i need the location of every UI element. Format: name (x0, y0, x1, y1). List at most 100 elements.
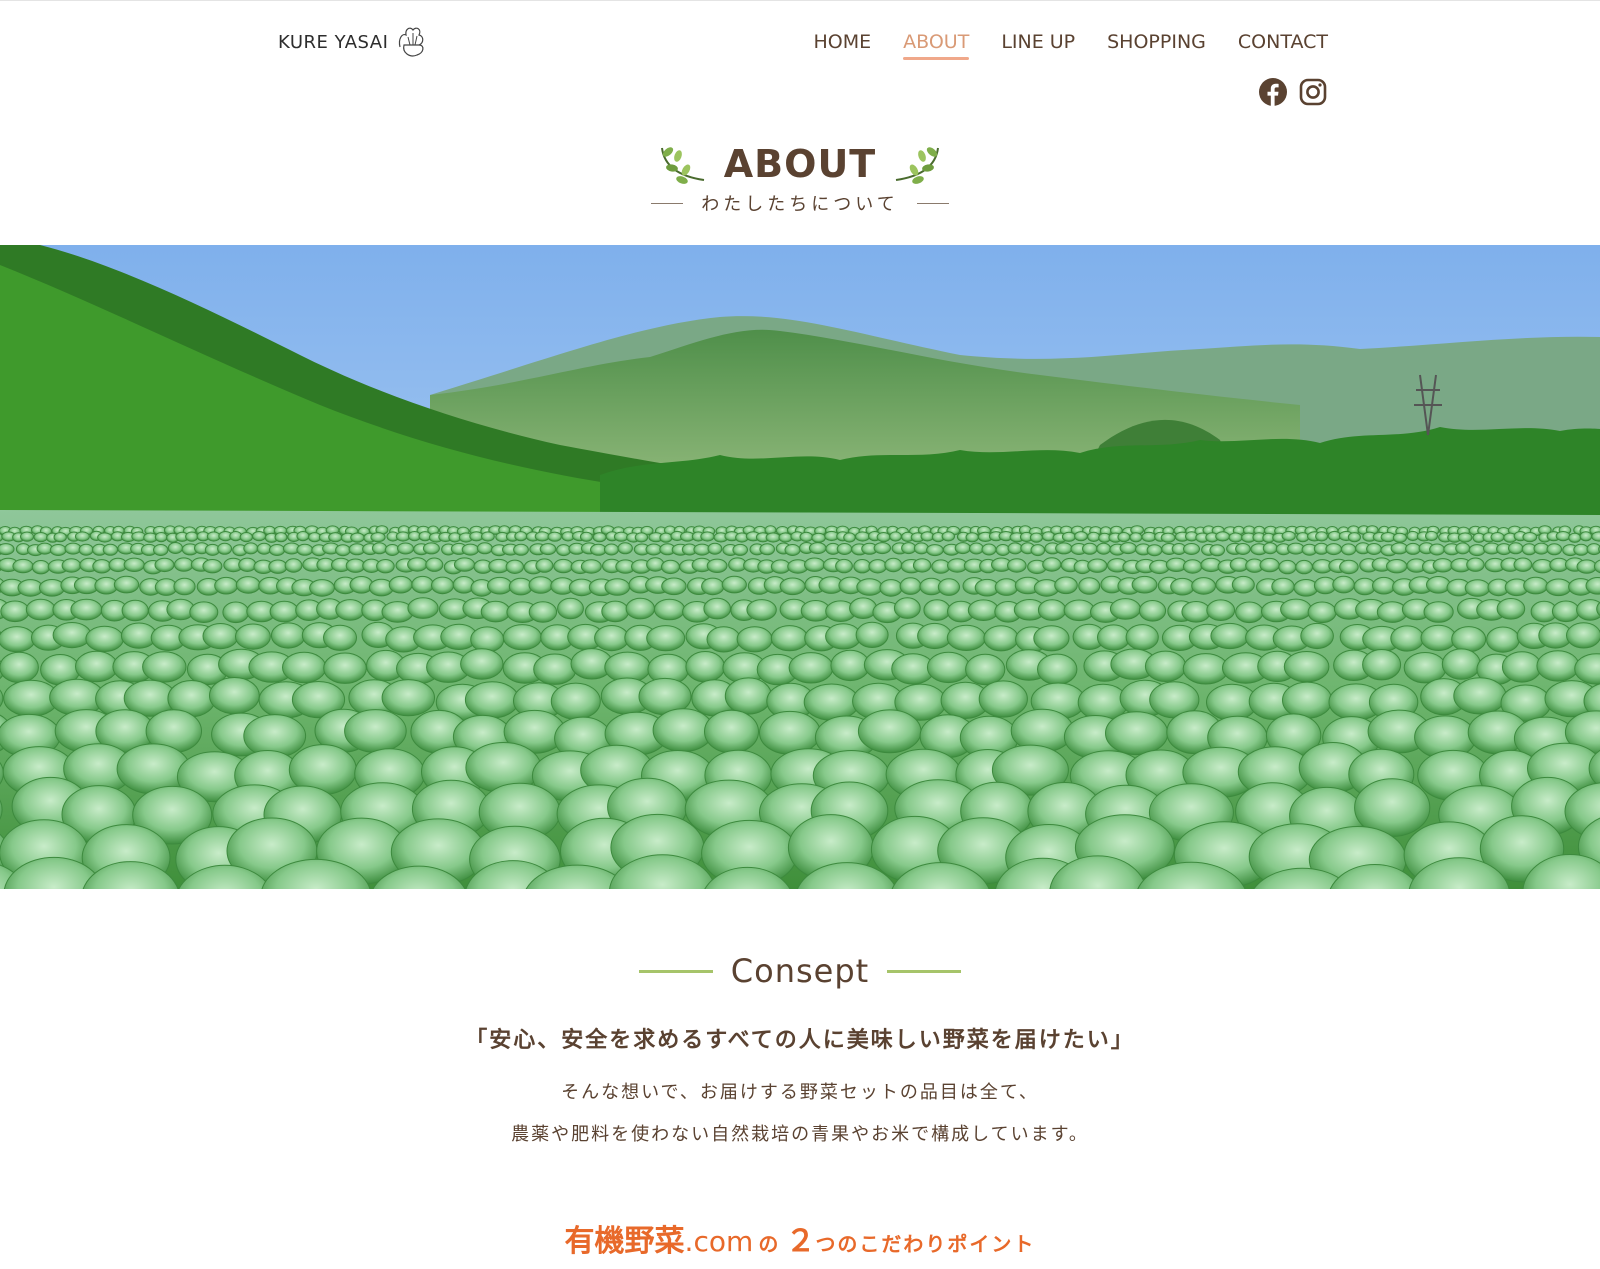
cabbage-shape (1555, 531, 1571, 542)
cabbage-shape (252, 531, 267, 542)
cabbage-shape (25, 598, 56, 621)
vegetable-logo-icon (399, 27, 424, 57)
page-title-block: ABOUT わたしたちについて (0, 140, 1600, 216)
cabbage-shape (173, 577, 196, 596)
cabbage-shape (1533, 542, 1550, 555)
cabbage-shape (64, 542, 82, 555)
cabbage-shape (1545, 578, 1572, 597)
cabbage-shape (1209, 544, 1225, 557)
cabbage-shape (913, 542, 930, 555)
cabbage-shape (1037, 653, 1078, 685)
cabbage-shape (946, 624, 986, 651)
cabbage-shape (1033, 625, 1070, 652)
cabbage-field-landscape-image (0, 245, 1600, 889)
cabbage-shape (371, 542, 388, 555)
cabbage-shape (1423, 601, 1454, 623)
nav-home[interactable]: HOME (814, 31, 872, 59)
cabbage-shape (1453, 677, 1507, 715)
cabbage-shape (836, 543, 853, 555)
cabbage-shape (1078, 577, 1101, 595)
cabbage-shape (804, 557, 825, 572)
cabbage-shape (995, 544, 1011, 556)
cabbage-shape (1235, 543, 1251, 555)
cabbage-shape (349, 576, 374, 594)
instagram-icon[interactable] (1298, 77, 1328, 107)
cabbage-shape (235, 576, 261, 594)
nav-about[interactable]: ABOUT (903, 31, 970, 60)
cabbage-shape (1573, 543, 1589, 556)
cabbage-shape (856, 578, 883, 596)
cabbage-shape (613, 531, 629, 542)
cabbage-shape (661, 559, 680, 575)
facebook-icon[interactable] (1258, 77, 1288, 107)
cabbage-shape (1390, 625, 1425, 652)
cabbage-shape (1490, 532, 1505, 543)
cabbage-shape (309, 579, 335, 597)
cabbage-shape (535, 558, 554, 573)
cabbage-shape (487, 576, 513, 595)
cabbage-shape (1522, 532, 1538, 543)
cabbage-shape (661, 577, 687, 596)
cabbage-shape (0, 651, 39, 684)
nav-contact[interactable]: CONTACT (1238, 31, 1328, 59)
cabbage-shape (706, 558, 728, 573)
cabbage-shape (1215, 531, 1230, 542)
cabbage-shape (617, 542, 633, 555)
nav-lineup[interactable]: LINE UP (1001, 31, 1075, 59)
points-rest-pre: の (758, 1232, 781, 1256)
cabbage-shape (53, 532, 67, 543)
cabbage-shape (592, 532, 607, 543)
cabbage-shape (323, 652, 367, 684)
cabbage-shape (759, 543, 776, 556)
cabbage-shape (422, 542, 440, 555)
cabbage-shape (534, 531, 550, 542)
divider-right (916, 202, 949, 204)
cabbage-shape (884, 557, 903, 573)
cabbage-shape (994, 578, 1019, 596)
cabbage-shape (407, 557, 428, 572)
nav-shopping[interactable]: SHOPPING (1107, 31, 1206, 59)
cabbage-shape (941, 531, 955, 542)
cabbage-shape (0, 600, 30, 623)
logo[interactable]: KURE YASAI (278, 23, 428, 61)
cabbage-shape (765, 532, 781, 543)
page-title: ABOUT (723, 142, 877, 186)
cabbage-shape (464, 681, 520, 719)
cabbage-shape (31, 560, 51, 575)
cabbage-shape (1339, 559, 1359, 575)
cabbage-shape (460, 648, 504, 680)
cabbage-shape (1160, 532, 1176, 543)
cabbage-shape (784, 544, 801, 556)
cabbage-shape (893, 597, 921, 619)
cabbage-shape (411, 575, 434, 594)
cabbage-shape (1426, 576, 1451, 594)
cabbage-shape (1432, 558, 1454, 573)
cabbage-shape (899, 577, 922, 595)
cabbage-shape (978, 680, 1028, 718)
cabbage-shape (1455, 542, 1471, 555)
cabbage-shape (296, 531, 310, 542)
cabbage-shape (1259, 557, 1280, 573)
cabbage-shape (1109, 598, 1141, 620)
cabbage-shape (603, 543, 619, 556)
cabbage-shape (732, 543, 749, 556)
cabbage-shape (825, 623, 862, 650)
cabbage-shape (1231, 575, 1255, 594)
concept-line-left (638, 969, 713, 973)
hero-image (0, 245, 1600, 889)
cabbage-shape (97, 532, 113, 543)
cabbage-shape (1295, 559, 1313, 575)
cabbage-shape (1441, 648, 1481, 680)
concept-title: Consept (730, 952, 870, 990)
cabbage-shape (85, 625, 124, 652)
cabbage-shape (1340, 543, 1357, 556)
cabbage-shape (38, 579, 66, 597)
cabbage-shape (238, 557, 257, 572)
cabbage-shape (965, 653, 1006, 686)
cabbage-shape (788, 652, 834, 684)
cabbage-shape (835, 558, 853, 574)
cabbage-shape (533, 653, 577, 685)
cabbage-shape (653, 598, 686, 621)
cabbage-shape (873, 542, 891, 555)
cabbage-shape (1300, 622, 1334, 650)
